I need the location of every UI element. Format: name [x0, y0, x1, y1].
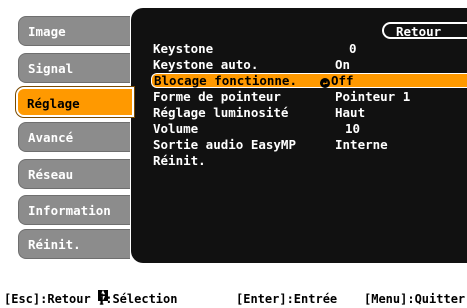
tab-label: Réglage [27, 96, 80, 111]
tab-reinit[interactable]: Réinit. [18, 229, 130, 259]
help-menu: [Menu]:Quitter [364, 292, 466, 306]
item-value: Interne [335, 137, 388, 152]
help-enter: [Enter]:Entrée [236, 292, 338, 306]
tab-label: Signal [28, 61, 74, 76]
tab-reglage[interactable]: Réglage [15, 86, 135, 118]
tab-avance[interactable]: Avancé [18, 122, 130, 152]
tab-label: Avancé [28, 130, 74, 145]
item-label: Blocage fonctionne. [154, 73, 297, 88]
tab-label: Information [28, 203, 111, 218]
projector-menu: Image Signal Réglage Avancé Réseau Infor… [0, 0, 467, 290]
menu-item-sortie-audio[interactable]: Sortie audio EasyMP Interne [151, 138, 467, 151]
help-esc: [Esc]:Retour [4, 292, 91, 306]
tab-signal[interactable]: Signal [18, 53, 130, 83]
menu-item-blocage-fonctionne[interactable]: Blocage fonctionne. ↵ Off [151, 73, 467, 88]
help-select-suffix: ]:Sélection [98, 292, 178, 306]
item-value: 0 [349, 41, 357, 56]
item-label: Sortie audio EasyMP [153, 137, 296, 152]
item-label: Réinit. [153, 153, 206, 168]
item-label: Forme de pointeur [153, 89, 281, 104]
back-button[interactable]: Retour [382, 22, 467, 39]
item-value: Haut [335, 105, 366, 120]
item-value: Pointeur 1 [335, 89, 411, 104]
menu-item-forme-de-pointeur[interactable]: Forme de pointeur Pointeur 1 [151, 90, 467, 103]
menu-item-keystone-auto[interactable]: Keystone auto. On [151, 58, 467, 71]
menu-item-keystone[interactable]: Keystone 0 [151, 42, 467, 55]
item-value: On [335, 57, 351, 72]
item-value-wrap: ↵ Off [320, 74, 354, 88]
menu-item-reinit[interactable]: Réinit. [151, 154, 467, 167]
enter-icon: ↵ [320, 78, 330, 88]
item-label: Réglage luminosité [153, 105, 289, 120]
menu-item-reglage-luminosite[interactable]: Réglage luminosité Haut [151, 106, 467, 119]
item-value: Off [331, 73, 354, 88]
item-label: Keystone auto. [153, 57, 259, 72]
item-label: Keystone [153, 41, 214, 56]
tab-label: Image [28, 24, 66, 39]
item-value: 10 [345, 121, 361, 136]
tab-label: Réinit. [28, 237, 81, 252]
tab-label: Réseau [28, 167, 74, 182]
help-bar: [Esc]:Retour [▲▼]:Sélection [Enter]:Entr… [0, 289, 467, 308]
tab-information[interactable]: Information [18, 195, 130, 225]
tab-reseau[interactable]: Réseau [18, 159, 130, 189]
item-label: Volume [153, 121, 199, 136]
menu-item-volume[interactable]: Volume 10 [151, 122, 467, 135]
tab-image[interactable]: Image [18, 16, 130, 46]
